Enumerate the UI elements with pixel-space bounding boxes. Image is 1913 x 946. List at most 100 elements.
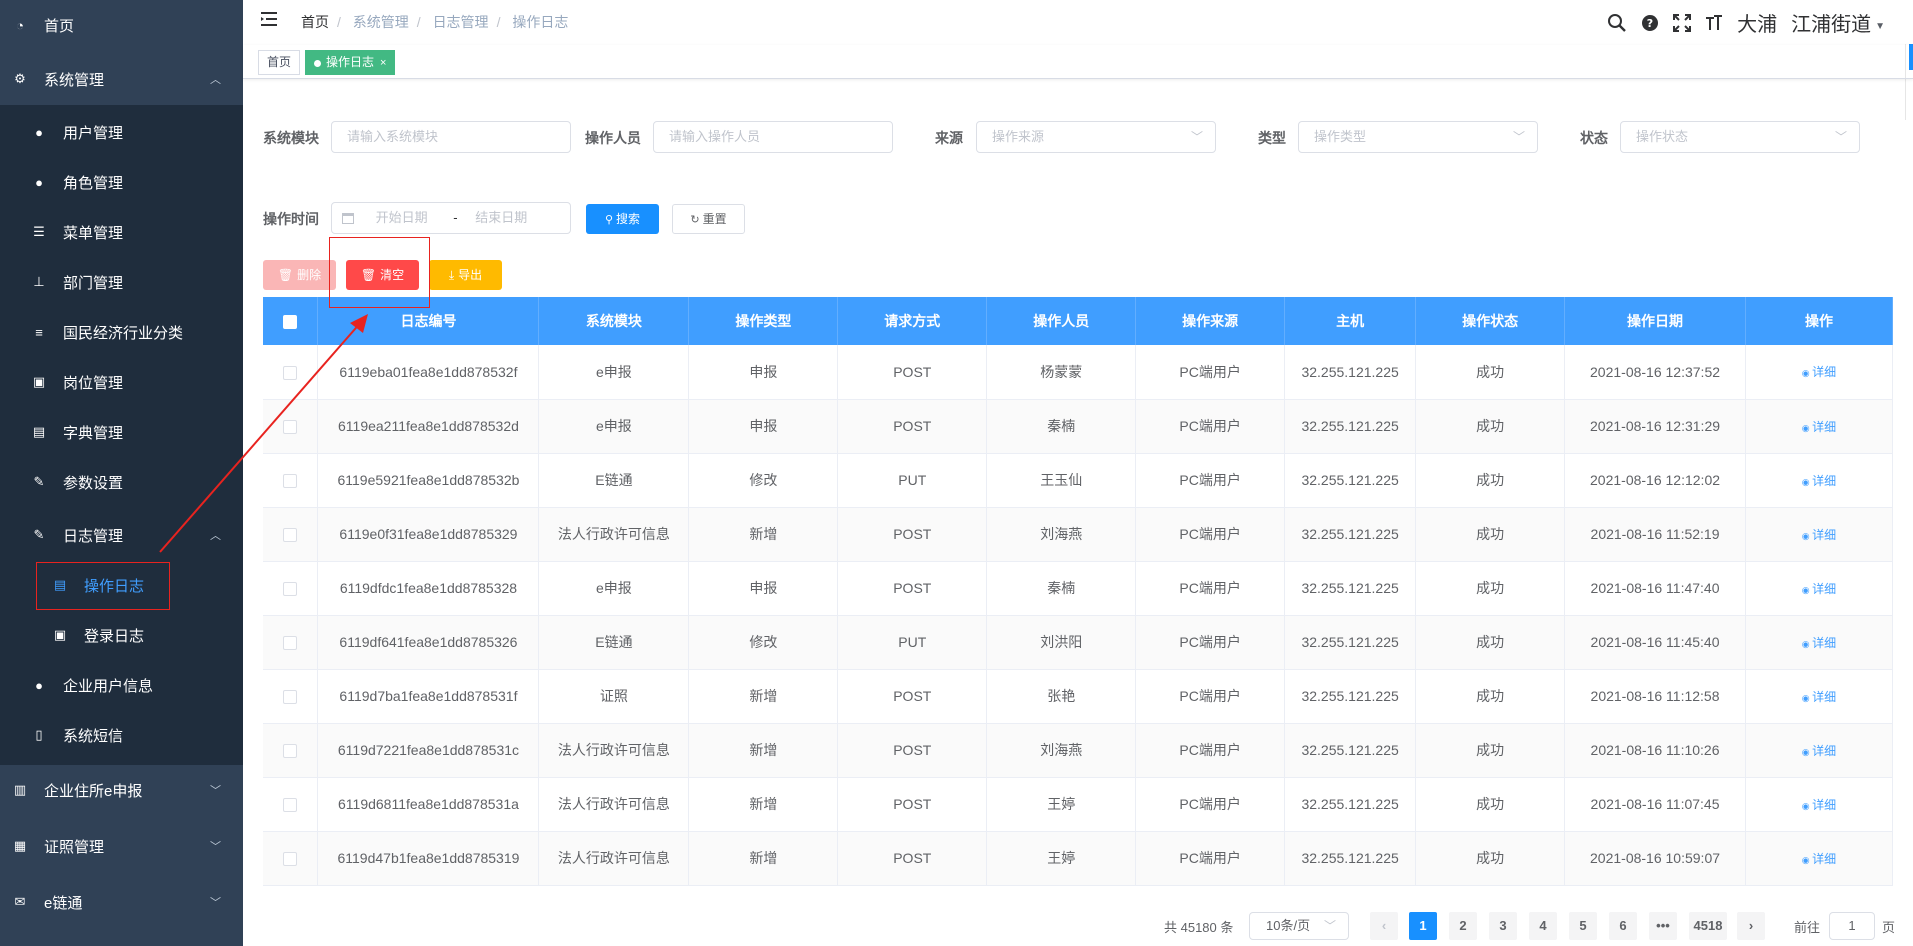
row-checkbox[interactable]	[283, 636, 298, 651]
sidebar-item-2[interactable]: ● 用户管理	[0, 107, 243, 157]
sidebar-item-14[interactable]: ▯ 系统短信	[0, 710, 243, 760]
street-name[interactable]: 江浦街道	[1791, 8, 1871, 37]
table-cell: 张艳	[986, 669, 1137, 724]
detail-link[interactable]: ◉ 详细	[1802, 582, 1836, 596]
sidebar-item-label: 岗位管理	[63, 375, 124, 392]
module-input[interactable]: 请输入系统模块	[331, 121, 571, 153]
page-button[interactable]: 6	[1609, 912, 1637, 940]
trash-icon: 🗑	[277, 268, 294, 282]
table-cell: 申报	[688, 399, 839, 454]
end-date-input[interactable]: 结束日期	[475, 210, 527, 225]
reset-button[interactable]: ↻ 重置	[672, 204, 745, 234]
table-cell: 申报	[688, 561, 839, 616]
fullscreen-icon[interactable]	[1673, 13, 1692, 32]
type-select[interactable]: 操作类型 ﹀	[1298, 121, 1538, 153]
source-select[interactable]: 操作来源 ﹀	[976, 121, 1216, 153]
eye-icon: ◉	[1801, 800, 1813, 811]
sidebar-item-17[interactable]: ✉ e链通 ﹀	[0, 877, 243, 927]
username[interactable]: 大浦	[1737, 8, 1777, 37]
table-cell: 成功	[1415, 345, 1566, 400]
more-pages-button[interactable]: •••	[1649, 912, 1677, 940]
table-cell: 刘洪阳	[986, 615, 1137, 670]
font-size-icon[interactable]	[1705, 14, 1723, 32]
date-range-picker[interactable]: 开始日期 - 结束日期	[331, 202, 571, 234]
table-cell: 32.255.121.225	[1284, 561, 1417, 616]
row-checkbox[interactable]	[283, 582, 298, 597]
table-row[interactable]: 6119dfdc1fea8e1dd8785328 e申报 申报 POST 秦楠 PC端用户…	[263, 561, 1894, 616]
goto-page-input[interactable]: 1	[1829, 912, 1875, 940]
status-placeholder: 操作状态	[1636, 129, 1689, 144]
navbar-actions: ? 大浦 江浦街道 ▼	[1607, 8, 1885, 37]
sidebar-item-12[interactable]: ▣ 登录日志	[0, 610, 243, 660]
detail-link[interactable]: ◉ 详细	[1802, 365, 1836, 379]
row-checkbox[interactable]	[283, 690, 298, 705]
delete-button[interactable]: 🗑 删除	[263, 260, 336, 290]
table-row[interactable]: 6119d47b1fea8e1dd8785319 法人行政许可信息 新增 POST 王婷…	[263, 831, 1894, 886]
close-icon[interactable]: ×	[380, 57, 386, 69]
table-cell: 2021-08-16 10:59:07	[1564, 831, 1746, 886]
status-select[interactable]: 操作状态 ﹀	[1620, 121, 1860, 153]
detail-link[interactable]: ◉ 详细	[1802, 636, 1836, 650]
search-button[interactable]: ⚲ 搜索	[586, 204, 659, 234]
search-button-label: 搜索	[616, 212, 641, 226]
next-page-button[interactable]: ›	[1737, 912, 1765, 940]
page-button[interactable]: 2	[1449, 912, 1477, 940]
column-header: 操作	[1745, 297, 1894, 345]
column-header[interactable]: 操作日期	[1564, 297, 1746, 345]
page-button[interactable]: 3	[1489, 912, 1517, 940]
caret-down-icon[interactable]: ▼	[1875, 21, 1885, 32]
sidebar-item-label: 部门管理	[63, 275, 124, 292]
page-button[interactable]: 4518	[1689, 912, 1727, 940]
page-size-select[interactable]: 10条/页 ﹀	[1249, 912, 1349, 940]
hamburger-icon[interactable]	[261, 11, 279, 27]
operator-input[interactable]: 请输入操作人员	[653, 121, 893, 153]
sidebar-item-15[interactable]: ▥ 企业住所e申报 ﹀	[0, 765, 243, 815]
eye-icon: ◉	[1801, 638, 1813, 649]
page-button[interactable]: 1	[1409, 912, 1437, 940]
search-icon[interactable]	[1607, 13, 1627, 33]
help-icon[interactable]: ?	[1641, 14, 1659, 32]
breadcrumb-item[interactable]: 首页	[301, 14, 329, 30]
phone-icon: ▯	[35, 727, 43, 742]
table-cell: POST	[837, 723, 988, 778]
column-header[interactable]: 操作人员	[986, 297, 1137, 345]
export-button[interactable]: ⤓ 导出	[429, 260, 502, 290]
prev-page-button[interactable]: ‹	[1370, 912, 1398, 940]
detail-link[interactable]: ◉ 详细	[1802, 744, 1836, 758]
detail-link[interactable]: ◉ 详细	[1802, 528, 1836, 542]
calendar-icon	[342, 213, 354, 225]
detail-link[interactable]: ◉ 详细	[1802, 852, 1836, 866]
table-row[interactable]: 6119eba01fea8e1dd878532f e申报 申报 POST 杨蒙蒙 PC端用…	[263, 345, 1894, 400]
start-date-input[interactable]: 开始日期	[376, 210, 428, 225]
table-row[interactable]: 6119e5921fea8e1dd878532b E链通 修改 PUT 王玉仙 PC端用户…	[263, 453, 1894, 508]
table-cell: PC端用户	[1135, 345, 1286, 400]
table-row[interactable]: 6119e0f31fea8e1dd8785329 法人行政许可信息 新增 POST 刘海…	[263, 507, 1894, 562]
sidebar-item-3[interactable]: ● 角色管理	[0, 157, 243, 207]
table-cell: POST	[837, 507, 988, 562]
sidebar-item-0[interactable]: ◔ 首页	[0, 0, 243, 50]
row-checkbox[interactable]	[283, 744, 298, 759]
row-checkbox[interactable]	[283, 852, 298, 867]
detail-link[interactable]: ◉ 详细	[1802, 474, 1836, 488]
page-button[interactable]: 4	[1529, 912, 1557, 940]
detail-link[interactable]: ◉ 详细	[1802, 690, 1836, 704]
row-checkbox[interactable]	[283, 798, 298, 813]
tag-operation-log[interactable]: 操作日志 ×	[305, 50, 396, 75]
table-cell: 新增	[688, 831, 839, 886]
page-button[interactable]: 5	[1569, 912, 1597, 940]
log-table: 日志编号 系统模块 操作类型 请求方式 操作人员 操作来源 主机 操作状态 操作…	[263, 297, 1894, 886]
tags-view: 首页 操作日志 ×	[243, 45, 1913, 79]
table-row[interactable]: 6119d7ba1fea8e1dd878531f 证照 新增 POST 张艳 PC端用户 3…	[263, 669, 1894, 724]
sidebar-item-1[interactable]: ⚙ 系统管理 ︿	[0, 54, 243, 104]
breadcrumb-item: 系统管理	[352, 14, 409, 30]
table-row[interactable]: 6119d7221fea8e1dd878531c 法人行政许可信息 新增 POST 刘海…	[263, 723, 1894, 778]
sidebar-item-4[interactable]: ☰ 菜单管理	[0, 207, 243, 257]
sidebar-item-13[interactable]: ● 企业用户信息	[0, 660, 243, 710]
table-row[interactable]: 6119ea211fea8e1dd878532d e申报 申报 POST 秦楠 PC端用户…	[263, 399, 1894, 454]
tag-home[interactable]: 首页	[258, 50, 301, 75]
detail-link[interactable]: ◉ 详细	[1802, 420, 1836, 434]
table-row[interactable]: 6119d6811fea8e1dd878531a 法人行政许可信息 新增 POST 王婷…	[263, 777, 1894, 832]
detail-link[interactable]: ◉ 详细	[1802, 798, 1836, 812]
sidebar-item-16[interactable]: ▦ 证照管理 ﹀	[0, 821, 243, 871]
table-row[interactable]: 6119df641fea8e1dd8785326 E链通 修改 PUT 刘洪阳 PC端用户…	[263, 615, 1894, 670]
